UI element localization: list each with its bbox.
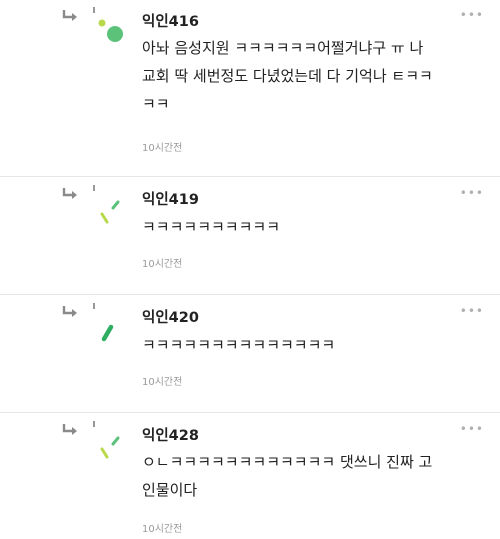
divider: [0, 412, 500, 413]
divider: [0, 294, 500, 295]
comment-time: 10시간전: [142, 259, 183, 270]
avatar-icon: [93, 7, 123, 42]
comment-item: 익인428 ••• ㅇㄴㅋㅋㅋㅋㅋㅋㅋㅋㅋㅋㅋㅋ 댓쓰니 진짜 고 인물이다 1…: [0, 414, 500, 539]
comment-author[interactable]: 익인420: [142, 306, 199, 327]
comment-item: 익인416 ••• 아놔 음성지원 ㅋㅋㅋㅋㅋㅋ어쩔거냐구 ㅠ 나 교회 딱 세…: [0, 0, 500, 180]
comment-item: 익인419 ••• ㅋㅋㅋㅋㅋㅋㅋㅋㅋㅋ 10시간전: [0, 178, 500, 296]
more-options-icon[interactable]: •••: [460, 186, 484, 200]
comment-time: 10시간전: [142, 377, 183, 388]
avatar-icon: [93, 421, 120, 459]
divider: [0, 176, 500, 177]
comment-author[interactable]: 익인419: [142, 188, 199, 209]
reply-arrow-icon: [62, 306, 77, 317]
avatar-icon: [93, 185, 120, 224]
reply-arrow-icon: [62, 424, 77, 435]
reply-arrow-icon: [62, 188, 77, 199]
comment-author[interactable]: 익인416: [142, 10, 199, 31]
more-options-icon[interactable]: •••: [460, 8, 484, 22]
comment-item: 익인420 ••• ㅋㅋㅋㅋㅋㅋㅋㅋㅋㅋㅋㅋㅋㅋ 10시간전: [0, 296, 500, 414]
comment-text: 아놔 음성지원 ㅋㅋㅋㅋㅋㅋ어쩔거냐구 ㅠ 나 교회 딱 세번정도 다녔었는데 …: [142, 39, 433, 113]
comment-text: ㅋㅋㅋㅋㅋㅋㅋㅋㅋㅋ: [142, 218, 281, 236]
avatar-icon: [93, 303, 114, 342]
more-options-icon[interactable]: •••: [460, 422, 484, 436]
comment-time: 10시간전: [142, 524, 183, 535]
reply-arrow-icon: [62, 10, 77, 21]
comment-author[interactable]: 익인428: [142, 424, 199, 445]
comment-text: ㅋㅋㅋㅋㅋㅋㅋㅋㅋㅋㅋㅋㅋㅋ: [142, 336, 336, 354]
more-options-icon[interactable]: •••: [460, 304, 484, 318]
comment-time: 10시간전: [142, 143, 183, 154]
comment-text: ㅇㄴㅋㅋㅋㅋㅋㅋㅋㅋㅋㅋㅋㅋ 댓쓰니 진짜 고 인물이다: [142, 453, 433, 499]
